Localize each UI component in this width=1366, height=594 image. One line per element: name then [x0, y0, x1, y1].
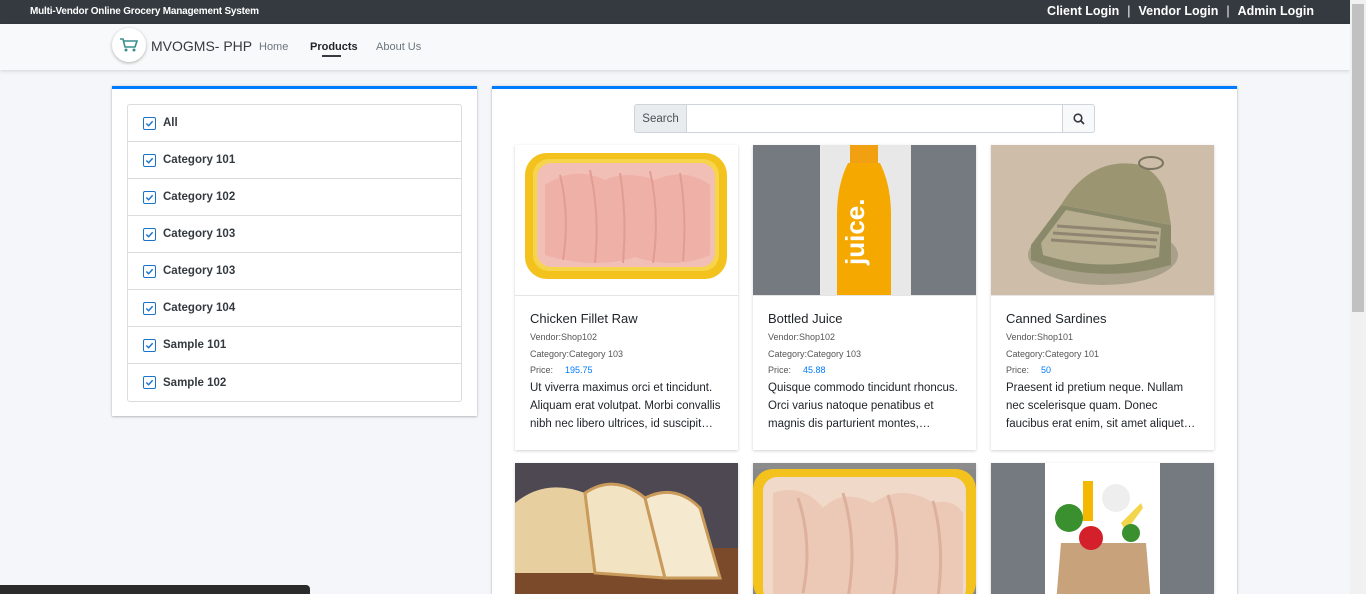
brand-logo[interactable] [112, 28, 146, 62]
category-label: Category 102 [163, 191, 236, 203]
category-filter-card: All Category 101 Category 102 Category 1… [112, 86, 477, 416]
product-panel: Search Chicken Fillet Raw Vendor:Shop102… [492, 86, 1237, 594]
price-label: Price: [530, 365, 554, 375]
checkbox[interactable] [143, 190, 156, 204]
product-price: 45.88 [803, 365, 826, 375]
separator: | [1226, 4, 1230, 18]
check-icon [145, 342, 154, 349]
product-vendor: Vendor:Shop101 [1006, 332, 1074, 342]
product-card[interactable] [515, 463, 738, 594]
product-name[interactable]: Bottled Juice [768, 311, 961, 326]
grocery-bag-image [1045, 463, 1160, 594]
category-label: Category 103 [163, 265, 236, 277]
product-card[interactable]: Chicken Fillet Raw Vendor:Shop102 Catego… [515, 145, 738, 450]
product-price: 195.75 [565, 365, 593, 375]
chicken-wings-image [753, 463, 976, 594]
admin-login-link[interactable]: Admin Login [1238, 4, 1314, 18]
checkbox[interactable] [143, 153, 156, 167]
checkbox[interactable] [143, 264, 156, 278]
category-label: Sample 102 [163, 376, 227, 389]
product-card[interactable]: Canned Sardines Vendor:Shop101 Category:… [991, 145, 1214, 450]
client-login-link[interactable]: Client Login [1047, 4, 1119, 18]
category-item-all[interactable]: All [128, 105, 461, 142]
category-label: Category 104 [163, 302, 236, 314]
nav-home[interactable]: Home [259, 41, 288, 53]
product-card[interactable] [753, 463, 976, 594]
chicken-fillet-image [525, 153, 727, 279]
check-icon [145, 120, 154, 127]
category-item[interactable]: Category 103 [128, 253, 461, 290]
top-bar: Multi-Vendor Online Grocery Management S… [0, 0, 1366, 24]
nav-products[interactable]: Products [310, 41, 358, 53]
category-list: All Category 101 Category 102 Category 1… [127, 104, 462, 402]
product-category: Category:Category 103 [768, 349, 862, 359]
search-label: Search [634, 104, 687, 133]
checkbox[interactable] [143, 376, 156, 389]
product-image[interactable] [991, 145, 1214, 296]
product-name[interactable]: Canned Sardines [1006, 311, 1199, 326]
bottled-juice-image: juice. [820, 145, 911, 295]
product-description: Praesent id pretium neque. Nullam nec sc… [1006, 382, 1184, 430]
product-card[interactable]: juice. Bottled Juice Vendor:Shop102 Cate… [753, 145, 976, 450]
price-label: Price: [768, 365, 792, 375]
product-description: Ut viverra maximus orci et tincidunt. Al… [530, 382, 721, 430]
search-group: Search [634, 104, 1095, 133]
page-scrollbar[interactable] [1350, 0, 1366, 594]
check-icon [145, 194, 154, 201]
category-item[interactable]: Sample 101 [128, 327, 461, 364]
product-vendor: Vendor:Shop102 [530, 332, 598, 342]
category-label: Category 103 [163, 228, 236, 240]
category-item[interactable]: Sample 102 [128, 364, 461, 401]
check-icon [145, 268, 154, 275]
product-price-row: Price: 45.88 [768, 365, 961, 375]
navbar: MVOGMS- PHP Home Products About Us [0, 24, 1350, 70]
product-image[interactable] [515, 463, 738, 594]
search-button[interactable] [1063, 104, 1095, 133]
check-icon [145, 379, 154, 386]
check-icon [145, 305, 154, 312]
active-nav-indicator [322, 55, 341, 57]
product-price-row: Price: 50 [1006, 365, 1199, 375]
nav-about-us[interactable]: About Us [376, 41, 421, 53]
category-label: Sample 101 [163, 339, 227, 351]
product-vendor: Vendor:Shop102 [768, 332, 836, 342]
product-image[interactable] [515, 145, 738, 296]
bread-image [515, 463, 738, 594]
category-item[interactable]: Category 104 [128, 290, 461, 327]
canned-sardines-image [991, 145, 1214, 295]
checkbox[interactable] [143, 301, 156, 315]
product-image[interactable] [753, 463, 976, 594]
product-image[interactable] [991, 463, 1214, 594]
category-label: Category 101 [163, 154, 236, 166]
shopping-cart-icon [120, 38, 139, 52]
product-image[interactable]: juice. [753, 145, 976, 296]
category-item[interactable]: Category 103 [128, 216, 461, 253]
checkbox[interactable] [143, 227, 156, 241]
product-card[interactable] [991, 463, 1214, 594]
login-links: Client Login | Vendor Login | Admin Logi… [1047, 4, 1314, 18]
brand-name[interactable]: MVOGMS- PHP [151, 38, 252, 54]
checkbox[interactable] [143, 338, 156, 352]
product-category: Category:Category 101 [1006, 349, 1100, 359]
product-price: 50 [1041, 365, 1052, 375]
search-icon [1072, 112, 1085, 125]
product-category: Category:Category 103 [530, 349, 624, 359]
search-input[interactable] [687, 104, 1063, 133]
product-name[interactable]: Chicken Fillet Raw [530, 311, 723, 326]
check-icon [145, 231, 154, 238]
product-price-row: Price: 195.75 [530, 365, 723, 375]
category-label: All [163, 117, 178, 129]
scrollbar-thumb[interactable] [1352, 4, 1364, 312]
browser-status-bar [0, 585, 310, 594]
separator: | [1127, 4, 1131, 18]
product-description: Quisque commodo tincidunt rhoncus. Orci … [768, 382, 958, 430]
category-item[interactable]: Category 101 [128, 142, 461, 179]
checkbox[interactable] [143, 116, 156, 130]
check-icon [145, 157, 154, 164]
vendor-login-link[interactable]: Vendor Login [1139, 4, 1219, 18]
svg-text:juice.: juice. [840, 199, 870, 266]
system-title: Multi-Vendor Online Grocery Management S… [30, 6, 259, 17]
price-label: Price: [1006, 365, 1030, 375]
category-item[interactable]: Category 102 [128, 179, 461, 216]
